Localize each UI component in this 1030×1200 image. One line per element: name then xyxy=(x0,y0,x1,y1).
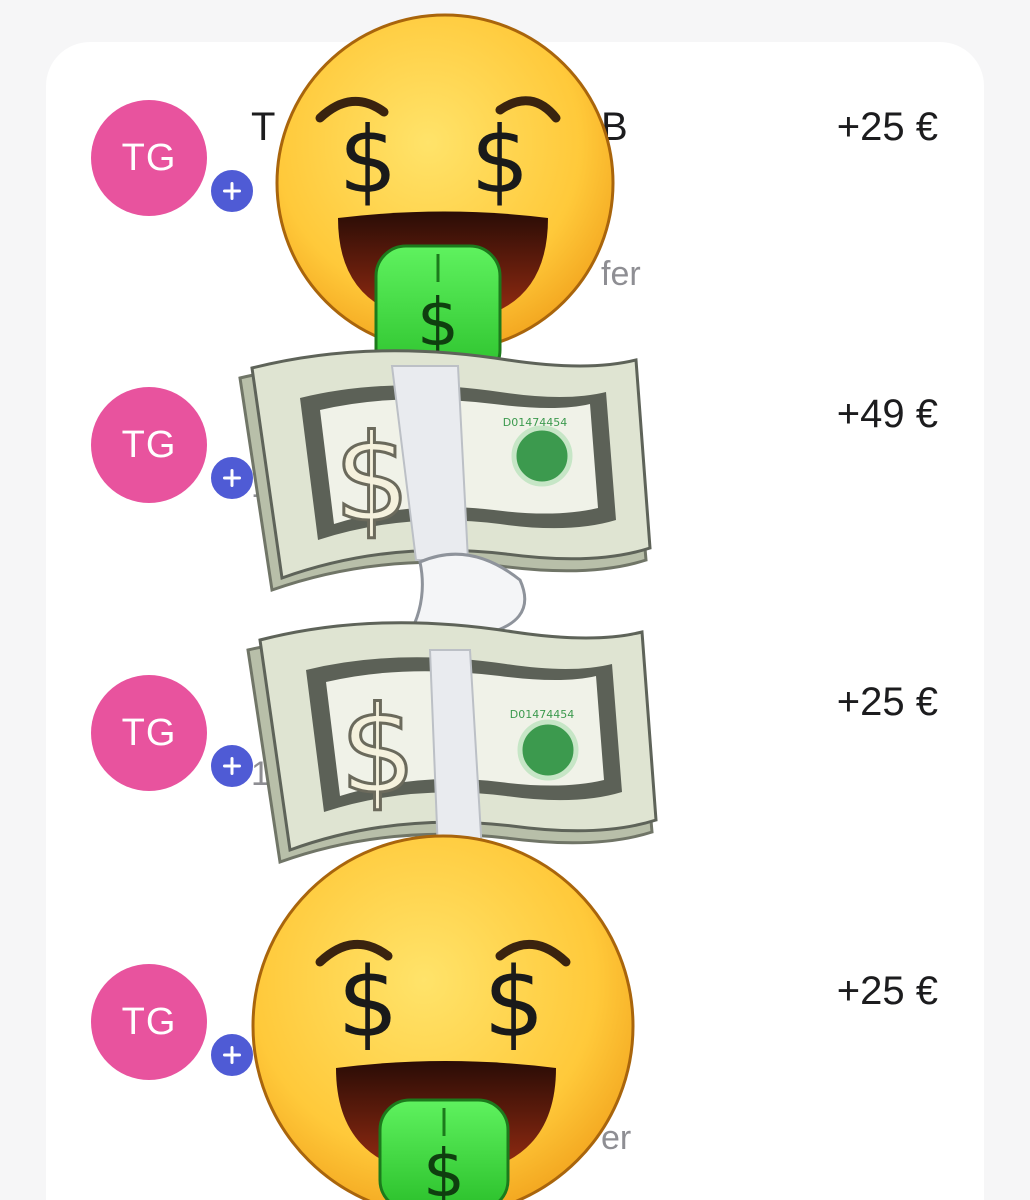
avatar: TG xyxy=(91,964,257,1080)
transaction-date: 1 xyxy=(251,755,270,793)
avatar-initials: TG xyxy=(121,423,177,466)
transaction-amount: +25 € xyxy=(836,680,938,724)
transactions-card: TG T B fer +25 € TG 1 +49 € TG 1 +25 € T… xyxy=(46,42,984,1200)
transaction-date: 1 xyxy=(251,467,270,505)
transaction-row[interactable]: TG 1 +49 € xyxy=(46,387,984,637)
avatar-initials: TG xyxy=(121,711,177,754)
plus-icon xyxy=(223,757,241,775)
add-contact-badge[interactable] xyxy=(207,453,257,503)
screen: TG T B fer +25 € TG 1 +49 € TG 1 +25 € T… xyxy=(0,0,1030,1200)
transaction-row[interactable]: TG er +25 € xyxy=(46,964,984,1200)
transaction-amount: +49 € xyxy=(836,392,938,436)
transaction-amount: +25 € xyxy=(836,969,938,1013)
add-contact-badge[interactable] xyxy=(207,166,257,216)
transaction-type-tail: fer xyxy=(601,255,641,293)
avatar: TG xyxy=(91,387,257,503)
avatar: TG xyxy=(91,100,257,216)
avatar-initials: TG xyxy=(121,136,177,179)
plus-icon xyxy=(223,1046,241,1064)
plus-icon xyxy=(223,469,241,487)
avatar-initials: TG xyxy=(121,1000,177,1043)
transaction-row[interactable]: TG 1 +25 € xyxy=(46,675,984,925)
transaction-title: T xyxy=(251,105,276,149)
add-contact-badge[interactable] xyxy=(207,1030,257,1080)
add-contact-badge[interactable] xyxy=(207,741,257,791)
transaction-title-tail: B xyxy=(601,105,628,149)
transaction-amount: +25 € xyxy=(836,105,938,149)
transaction-row[interactable]: TG T B fer +25 € xyxy=(46,100,984,350)
plus-icon xyxy=(223,182,241,200)
avatar: TG xyxy=(91,675,257,791)
transaction-type-tail: er xyxy=(601,1119,632,1157)
